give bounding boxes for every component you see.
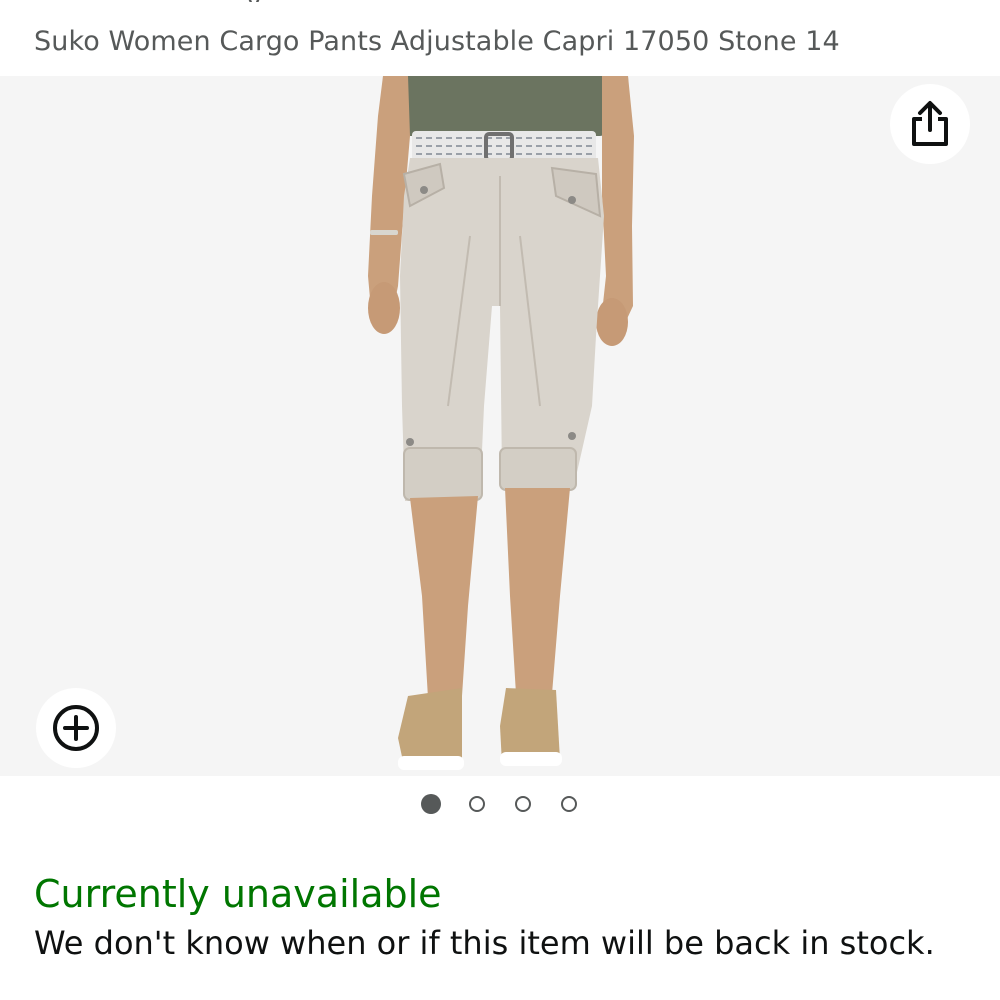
product-image-gallery[interactable] xyxy=(0,76,1000,776)
pagination-dot-4[interactable] xyxy=(561,796,577,812)
left-hand xyxy=(368,282,400,334)
product-title: Suko Women Cargo Pants Adjustable Capri … xyxy=(34,26,840,57)
product-image[interactable] xyxy=(0,76,1000,776)
share-icon xyxy=(912,101,948,146)
shirt xyxy=(382,76,630,136)
right-cuff xyxy=(499,447,577,491)
pagination-dot-3[interactable] xyxy=(515,796,531,812)
availability-message: We don't know when or if this item will … xyxy=(34,924,935,962)
left-leg xyxy=(410,496,478,698)
share-button[interactable] xyxy=(890,84,970,164)
right-leg xyxy=(505,488,570,694)
plus-circle-icon xyxy=(53,705,99,751)
availability-status: Currently unavailable xyxy=(34,872,442,916)
bracelet xyxy=(370,230,398,235)
right-arm xyxy=(600,76,634,338)
left-cuff xyxy=(403,447,483,501)
title-bar: y Suko Women Cargo Pants Adjustable Capr… xyxy=(0,0,1000,76)
image-pagination xyxy=(0,794,1000,820)
left-shoe xyxy=(398,688,462,766)
pagination-dot-2[interactable] xyxy=(469,796,485,812)
availability-section: Currently unavailable We don't know when… xyxy=(34,870,984,966)
zoom-button[interactable] xyxy=(36,688,116,768)
clipped-previous-text: y xyxy=(246,0,266,2)
right-hand xyxy=(596,298,628,346)
pagination-dot-1[interactable] xyxy=(421,794,441,814)
